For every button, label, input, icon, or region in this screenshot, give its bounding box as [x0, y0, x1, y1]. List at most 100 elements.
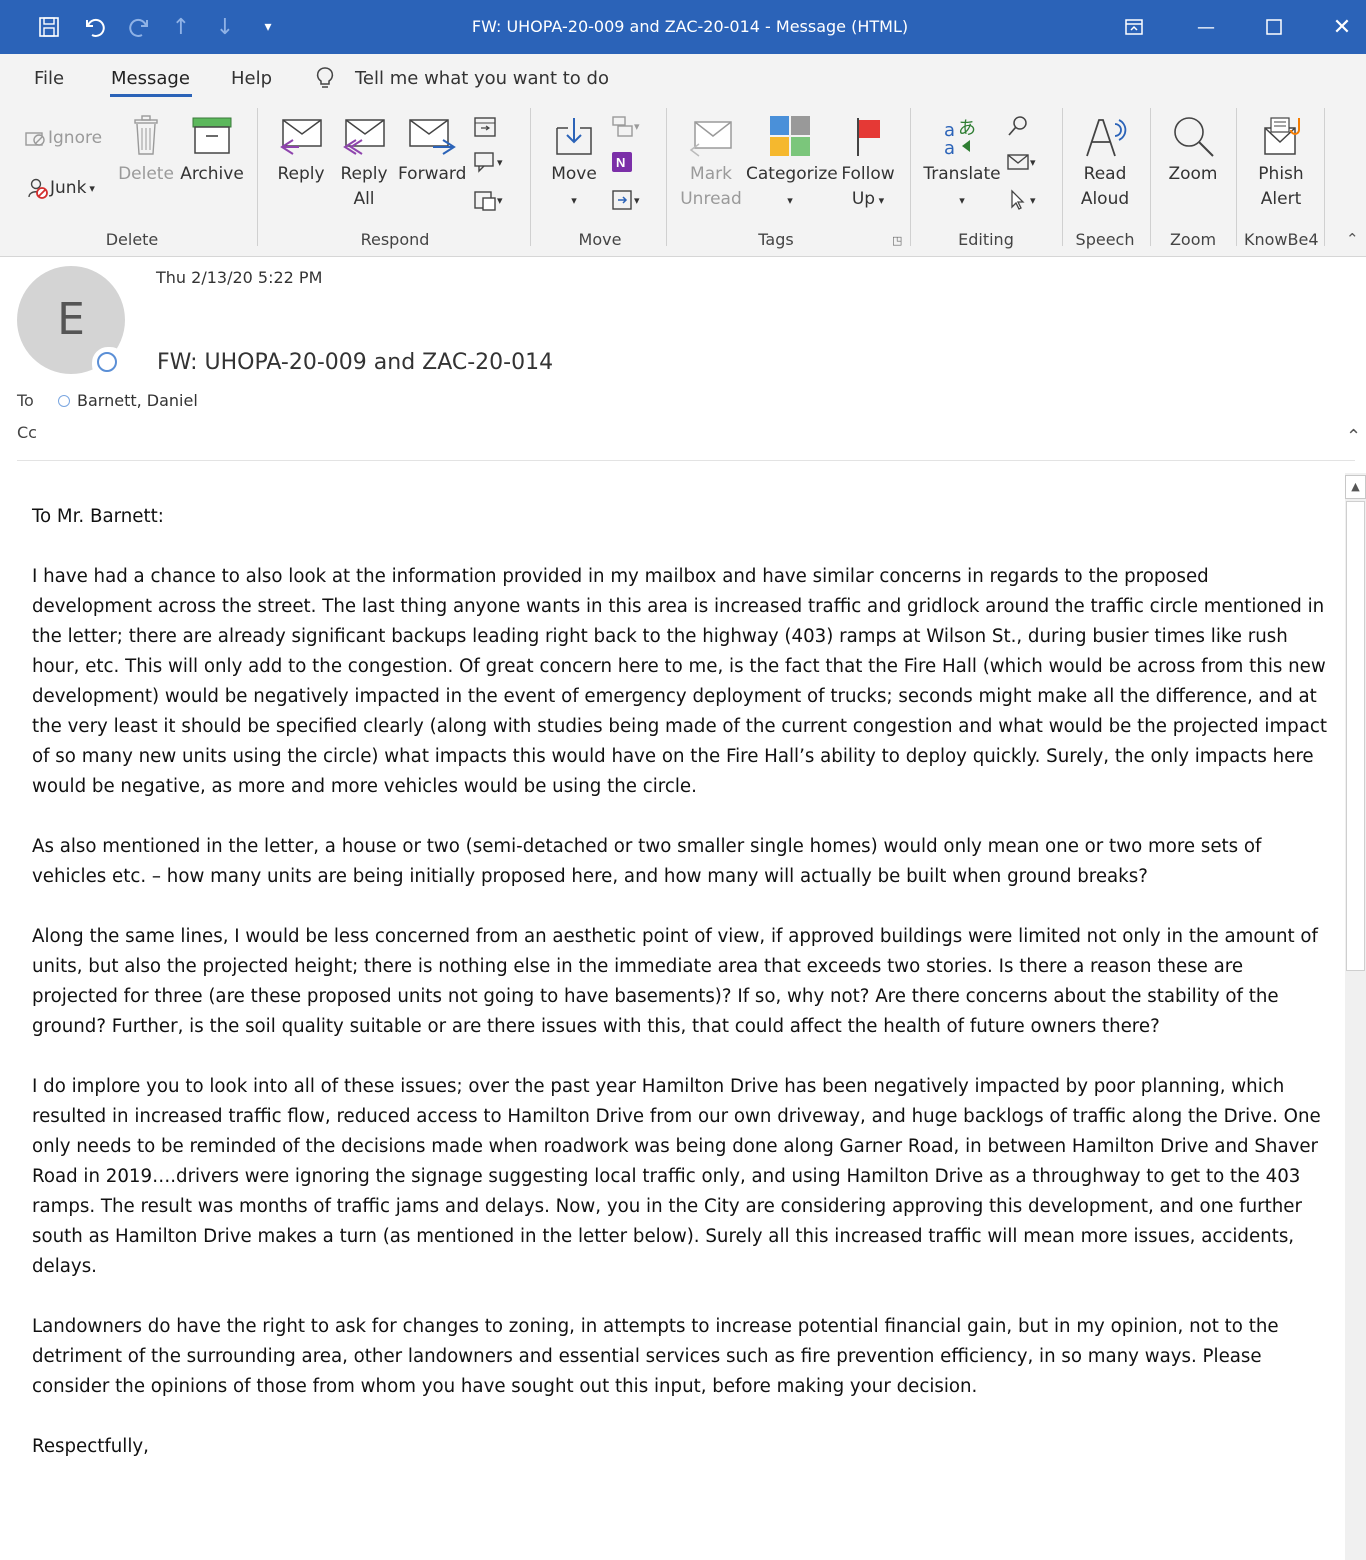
zoom-icon — [1174, 117, 1214, 157]
tags-group-label: Tags — [758, 230, 794, 249]
ribbon: Ignore Junk ▾ Delete Archive Delete Reply… — [0, 102, 1366, 257]
find-button[interactable] — [1006, 114, 1030, 138]
phish-alert-icon — [1264, 117, 1300, 155]
follow-up-button[interactable]: Follow Up ▾ — [838, 114, 898, 213]
trash-icon — [134, 115, 158, 155]
archive-icon — [192, 117, 232, 154]
flag-icon — [857, 118, 880, 156]
svg-text:a: a — [944, 138, 955, 158]
forward-icon — [409, 119, 456, 155]
translate-button[interactable]: aあa Translate ▾ — [922, 114, 1002, 213]
move-group-label: Move — [578, 230, 622, 249]
ignore-label: Ignore — [48, 128, 103, 148]
im-button[interactable]: ▾ — [473, 150, 503, 174]
envelope-icon — [689, 121, 732, 157]
group-divider — [1324, 108, 1325, 246]
cursor-icon — [1011, 189, 1025, 210]
active-tab-indicator — [110, 94, 192, 97]
mark-unread-label-2: Unread — [680, 189, 742, 209]
group-divider — [1236, 108, 1237, 246]
scroll-thumb[interactable] — [1346, 501, 1365, 971]
message-date: Thu 2/13/20 5:22 PM — [156, 268, 323, 287]
collapse-header-icon[interactable]: ⌃ — [1346, 426, 1361, 447]
group-divider — [910, 108, 911, 246]
close-icon[interactable]: ✕ — [1312, 0, 1366, 54]
menu-message[interactable]: Message — [111, 68, 190, 89]
svg-text:N: N — [616, 155, 625, 170]
translate-icon: a あa — [944, 118, 976, 158]
junk-icon — [28, 178, 48, 199]
group-divider — [530, 108, 531, 246]
more-respond-button[interactable]: ▾ — [473, 188, 503, 212]
related-button[interactable]: ▾ — [1006, 150, 1036, 174]
reply-button[interactable]: Reply — [272, 114, 330, 187]
forward-label: Forward — [398, 164, 467, 184]
reply-label: Reply — [277, 164, 325, 184]
forward-button[interactable]: Forward — [398, 114, 466, 187]
up-arrow-icon[interactable]: ↑ — [168, 10, 194, 44]
message-body: To Mr. Barnett: I have had a chance to a… — [32, 502, 1332, 1492]
calendar-icon — [474, 117, 496, 137]
ribbon-display-icon[interactable] — [1104, 0, 1164, 54]
body-paragraph: As also mentioned in the letter, a house… — [32, 836, 1262, 887]
categorize-button[interactable]: Categorize ▾ — [746, 114, 838, 213]
menu-help[interactable]: Help — [231, 68, 272, 89]
scroll-up-icon[interactable]: ▲ — [1345, 475, 1366, 499]
reply-all-button[interactable]: Reply All — [334, 114, 394, 212]
header-divider — [17, 460, 1355, 461]
customize-icon[interactable]: ▾ — [258, 10, 278, 44]
save-icon[interactable] — [34, 10, 64, 44]
meeting-button[interactable] — [473, 114, 497, 138]
collapse-ribbon-icon[interactable]: ⌃ — [1346, 230, 1359, 248]
window-title: FW: UHOPA-20-009 and ZAC-20-014 - Messag… — [471, 17, 909, 36]
actions-button[interactable]: ▾ — [610, 188, 640, 212]
maximize-icon[interactable] — [1244, 0, 1304, 54]
menu-bar: File Message Help Tell me what you want … — [0, 54, 1366, 102]
minimize-icon[interactable]: — — [1176, 0, 1236, 54]
read-aloud-button[interactable]: Read Aloud — [1072, 114, 1138, 212]
reply-icon — [280, 119, 322, 155]
down-arrow-icon[interactable]: ↓ — [212, 10, 238, 44]
onenote-icon: N — [612, 152, 632, 172]
zoom-button[interactable]: Zoom — [1160, 114, 1226, 187]
tell-me-search[interactable]: Tell me what you want to do — [355, 68, 609, 89]
phish-alert-button[interactable]: Phish Alert — [1246, 114, 1316, 212]
categorize-label: Categorize — [746, 164, 838, 184]
reply-all-label-2: All — [353, 189, 375, 209]
select-button[interactable]: ▾ — [1006, 188, 1036, 212]
lightbulb-icon — [316, 66, 334, 95]
related-icon — [1007, 154, 1029, 170]
redo-icon[interactable] — [124, 10, 154, 44]
editing-group-label: Editing — [958, 230, 1014, 249]
junk-button[interactable]: Junk ▾ — [26, 176, 95, 200]
vertical-scrollbar[interactable]: ▲ — [1345, 473, 1366, 1560]
rules-icon — [612, 116, 633, 137]
undo-icon[interactable] — [80, 10, 110, 44]
translate-label: Translate — [923, 164, 1001, 184]
onenote-button[interactable]: N — [610, 150, 634, 174]
message-subject: FW: UHOPA-20-009 and ZAC-20-014 — [157, 350, 554, 375]
dialog-launcher-icon[interactable]: ◳ — [892, 234, 902, 247]
move-label: Move — [551, 164, 597, 184]
to-recipient[interactable]: Barnett, Daniel — [58, 391, 198, 410]
chat-icon — [474, 152, 494, 173]
knowbe4-group-label: KnowBe4 — [1244, 230, 1319, 249]
more-respond-icon — [474, 191, 496, 211]
mark-unread-button[interactable]: Mark Unread — [680, 114, 742, 212]
body-paragraph: Landowners do have the right to ask for … — [32, 1316, 1279, 1397]
move-button[interactable]: Move ▾ — [548, 114, 600, 213]
categorize-icon — [770, 116, 810, 156]
svg-text:あ: あ — [958, 118, 976, 139]
ignore-button[interactable]: Ignore — [24, 128, 102, 148]
title-bar: ↑ ↓ ▾ FW: UHOPA-20-009 and ZAC-20-014 - … — [0, 0, 1366, 54]
read-aloud-label-2: Aloud — [1080, 189, 1130, 209]
greeting: To Mr. Barnett: — [32, 506, 164, 527]
menu-file[interactable]: File — [34, 68, 64, 89]
speech-group-label: Speech — [1075, 230, 1135, 249]
archive-button[interactable]: Archive — [178, 114, 246, 187]
delete-group-label: Delete — [105, 230, 159, 249]
delete-button[interactable]: Delete — [116, 114, 176, 187]
to-recipient-name: Barnett, Daniel — [77, 391, 198, 410]
rules-button[interactable]: ▾ — [610, 114, 640, 138]
zoom-group-label: Zoom — [1169, 230, 1217, 249]
